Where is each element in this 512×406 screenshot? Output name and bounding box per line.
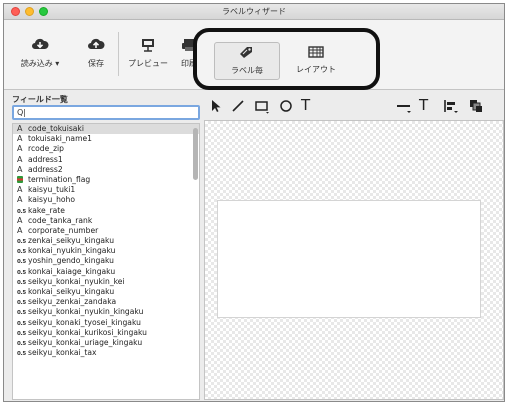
field-list-item[interactable]: termination_flag <box>13 175 199 185</box>
text-type-icon: A <box>17 124 23 133</box>
field-list-item[interactable]: 0.5 seikyu_konkai_kurikosi_kingaku <box>13 328 199 338</box>
field-list-item[interactable]: 0.5 konkai_kaiage_kingaku <box>13 267 199 277</box>
field-name: zenkai_seikyu_kingaku <box>28 236 115 246</box>
align-icon[interactable] <box>443 98 459 114</box>
text-type-icon: A <box>17 225 23 235</box>
field-list-item[interactable]: Atokuisaki_name1 <box>13 134 199 144</box>
field-name: seikyu_konkai_uriage_kingaku <box>28 337 143 347</box>
toolbar: 読み込み ▾ 保存 プレビュー 印刷 ラベル毎 レイアウト <box>4 20 504 90</box>
save-button[interactable]: 保存 <box>81 38 111 78</box>
layout-icon <box>308 46 324 58</box>
field-list-item[interactable]: Acode_tokuisaki <box>13 124 199 135</box>
field-list-item[interactable]: 0.5 konkai_nyukin_kingaku <box>13 246 199 256</box>
field-list-scrollbar[interactable] <box>193 128 198 180</box>
field-list-item[interactable]: Akaisyu_hoho <box>13 195 199 205</box>
cloud-download-icon <box>32 38 49 49</box>
arrange-icon[interactable] <box>468 98 484 114</box>
save-button-label: 保存 <box>88 59 104 68</box>
field-list-item[interactable]: 0.5 seikyu_konaki_tyosei_kingaku <box>13 318 199 328</box>
field-name: seikyu_konkai_kurikosi_kingaku <box>28 327 147 337</box>
toolbar-divider <box>118 32 119 76</box>
field-name: seikyu_konaki_tyosei_kingaku <box>28 317 141 327</box>
field-list-item[interactable]: 0.5 seikyu_konkai_nyukin_kei <box>13 277 199 287</box>
window-title: ラベルウィザード <box>222 7 286 16</box>
load-button[interactable]: 読み込み ▾ <box>18 38 62 78</box>
text-type-icon: A <box>17 185 23 195</box>
field-name: konkai_kaiage_kingaku <box>28 266 116 276</box>
text-tool-icon[interactable]: T <box>301 96 317 114</box>
field-list-item[interactable]: Acode_tanka_rank <box>13 216 199 226</box>
cloud-upload-icon <box>88 38 105 49</box>
field-name: seikyu_konkai_nyukin_kei <box>28 276 125 286</box>
field-name: rcode_zip <box>28 144 64 154</box>
field-name: yoshin_gendo_kingaku <box>28 256 114 266</box>
field-list-item[interactable]: 0.5 seikyu_konkai_uriage_kingaku <box>13 338 199 348</box>
title-bar: ラベルウィザード <box>4 4 504 20</box>
rectangle-tool-icon[interactable] <box>254 98 270 114</box>
label-canvas[interactable] <box>204 120 504 400</box>
field-name: address1 <box>28 154 63 164</box>
tab-layout[interactable]: レイアウト <box>283 42 349 80</box>
label-wizard-window: ラベルウィザード 読み込み ▾ 保存 プレビュー 印刷 ラベル毎 レイアウト フ… <box>3 3 505 402</box>
field-list-item[interactable]: 0.5 seikyu_zenkai_zandaka <box>13 297 199 307</box>
canvas-toolbar: T T <box>204 96 504 118</box>
preview-icon <box>142 39 154 52</box>
line-weight-icon[interactable] <box>396 98 412 114</box>
text-type-icon: A <box>17 164 23 174</box>
field-name: seikyu_zenkai_zandaka <box>28 297 117 307</box>
field-name: kaisyu_tuki1 <box>28 185 76 195</box>
field-name: konkai_nyukin_kingaku <box>28 246 116 256</box>
field-search-input[interactable]: Q| <box>12 105 200 120</box>
field-list-item[interactable]: Akaisyu_tuki1 <box>13 185 199 195</box>
layout-tabs-highlight: ラベル毎 レイアウト <box>193 28 380 90</box>
text-type-icon: A <box>17 215 23 225</box>
load-button-label: 読み込み ▾ <box>20 59 60 68</box>
flag-type-icon <box>17 175 23 183</box>
field-name: kake_rate <box>28 205 65 215</box>
field-name: kaisyu_hoho <box>28 195 76 205</box>
field-list-item[interactable]: 0.5 seikyu_konkai_nyukin_kingaku <box>13 307 199 317</box>
field-list-item[interactable]: 0.5 seikyu_konkai_tax <box>13 348 199 358</box>
ellipse-tool-icon[interactable] <box>278 98 294 114</box>
field-list-item[interactable]: Acorporate_number <box>13 226 199 236</box>
field-name: address2 <box>28 164 63 174</box>
field-name: seikyu_konkai_nyukin_kingaku <box>28 307 144 317</box>
field-list-item[interactable]: 0.5 kake_rate <box>13 206 199 216</box>
tab-per-label[interactable]: ラベル毎 <box>214 42 280 80</box>
line-tool-icon[interactable] <box>230 98 246 114</box>
text-type-icon: A <box>17 134 23 144</box>
field-list-item[interactable]: 0.5 konkai_seikyu_kingaku <box>13 287 199 297</box>
number-type-icon: 0.5 <box>17 351 26 358</box>
pointer-arrow-icon[interactable] <box>208 98 224 114</box>
field-name: code_tokuisaki <box>28 124 84 133</box>
field-name: konkai_seikyu_kingaku <box>28 287 115 296</box>
field-name: tokuisaki_name1 <box>28 134 92 144</box>
tag-icon <box>240 47 252 58</box>
field-list-panel: フィールド一覧 Q| Acode_tokuisaki Atokuisaki_nam… <box>12 94 200 400</box>
field-list[interactable]: Acode_tokuisaki Atokuisaki_name1 Arcode_zi… <box>12 123 200 400</box>
text-type-icon: A <box>17 195 23 205</box>
field-name: seikyu_konkai_tax <box>28 348 97 358</box>
text-type-icon: A <box>17 154 23 164</box>
preview-button-label: プレビュー <box>128 59 168 68</box>
field-name: code_tanka_rank <box>28 215 93 225</box>
field-name: termination_flag <box>28 174 91 184</box>
label-design-area[interactable] <box>217 200 481 318</box>
preview-button[interactable]: プレビュー <box>124 38 172 78</box>
text-type-icon: A <box>17 144 23 154</box>
font-style-icon[interactable]: T <box>419 96 435 114</box>
field-list-item[interactable]: Aaddress1 <box>13 155 199 165</box>
tab-per-label-text: ラベル毎 <box>231 66 263 75</box>
tab-layout-text: レイアウト <box>296 65 336 74</box>
field-list-item[interactable]: Aaddress2 <box>13 165 199 175</box>
field-list-item[interactable]: Arcode_zip <box>13 144 199 154</box>
field-name: corporate_number <box>28 225 99 235</box>
field-list-item[interactable]: 0.5 yoshin_gendo_kingaku <box>13 256 199 266</box>
field-list-item[interactable]: 0.5 zenkai_seikyu_kingaku <box>13 236 199 246</box>
